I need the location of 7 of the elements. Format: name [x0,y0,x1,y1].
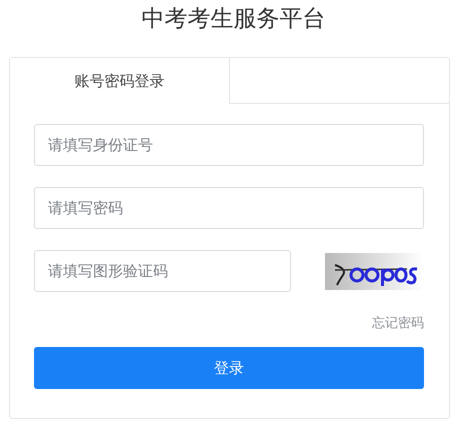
input-field[interactable]: 请填写身份证号 [34,124,424,166]
page-title: 中考考生服务平台 [142,5,326,34]
input-field[interactable]: 请填写密码 [34,187,424,229]
forgot-password-link[interactable]: 忘记密码 [372,314,424,332]
login-tab[interactable]: 账号密码登录 [10,58,230,104]
input-field[interactable]: 请填写图形验证码 [34,250,291,292]
login-button[interactable]: 登录 [34,347,424,389]
